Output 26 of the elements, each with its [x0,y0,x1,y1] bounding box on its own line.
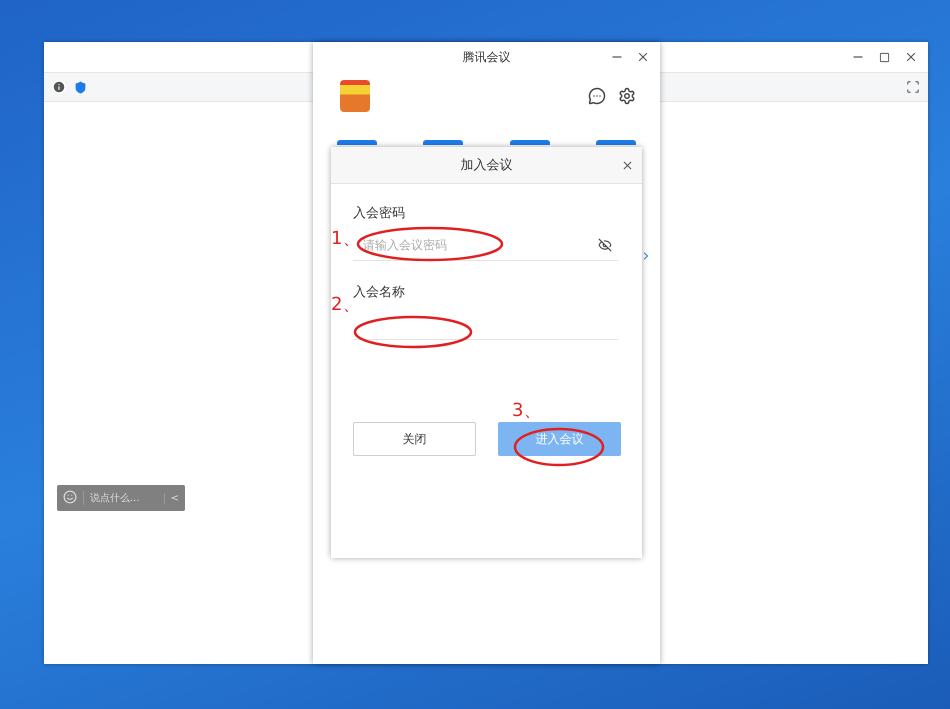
close-button[interactable]: 关闭 [353,422,476,456]
field-label: 入会密码 [353,205,406,222]
close-icon[interactable] [621,158,634,172]
input-field[interactable]: 请输入会议密码 [353,230,618,261]
chat-placeholder[interactable]: 说点什么... [83,491,164,505]
collapse-toggle[interactable]: < [164,492,185,504]
info-icon[interactable] [52,80,66,94]
close-icon[interactable] [636,50,650,64]
maximize-icon[interactable] [879,52,890,62]
field-label: 入会名称 [353,284,406,301]
settings-icon[interactable] [618,87,636,105]
chat-bar[interactable]: 说点什么... < [57,485,185,511]
tab-button-edge[interactable] [510,140,550,145]
smiley-icon[interactable] [63,490,77,504]
dialog-title: 加入会议 [460,157,512,174]
annotation-number: 3、 [512,402,542,420]
join-button[interactable]: 进入会议 [498,422,621,456]
window-title: 腾讯会议 [462,48,510,66]
chat-bubble-icon[interactable] [588,87,606,105]
close-icon[interactable] [904,50,918,64]
fullscreen-icon[interactable] [906,80,920,94]
tab-button-edge[interactable] [596,140,636,145]
eye-off-icon[interactable] [598,238,612,252]
shield-icon[interactable] [74,80,87,94]
avatar [340,80,370,112]
tab-button-edge[interactable] [423,140,464,145]
